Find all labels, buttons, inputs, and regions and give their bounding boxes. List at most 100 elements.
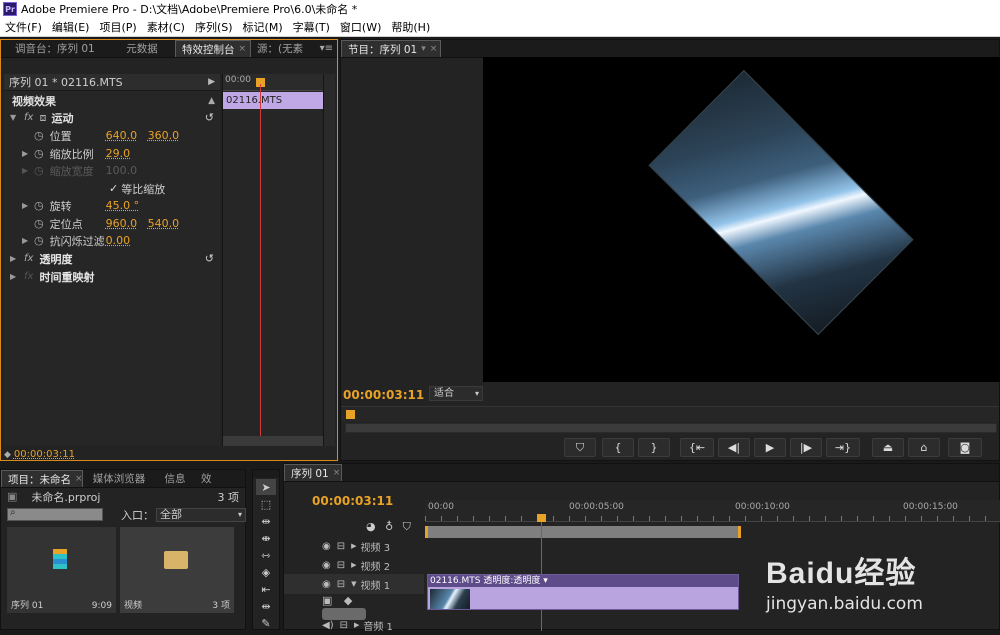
project-item-video-bin[interactable]: 视频 3 项 (120, 527, 234, 613)
rolling-edit-tool-icon[interactable]: ⇼ (256, 530, 276, 546)
panel-menu-icon[interactable]: ▾≡ (320, 43, 333, 54)
fx-icon[interactable]: fx (24, 112, 33, 123)
scale-value[interactable]: 29.0 (106, 147, 131, 160)
display-style-icon[interactable]: ▣ (322, 594, 332, 607)
anchor-y-value[interactable]: 540.0 (148, 217, 180, 230)
program-timecode[interactable]: 00:00:03:11 (343, 388, 424, 402)
lock-icon[interactable]: ⊟ (337, 579, 345, 590)
stopwatch-icon[interactable]: ◷ (34, 234, 44, 247)
expand-right-icon[interactable]: ▶ (208, 77, 215, 87)
add-marker-button[interactable]: ⛉ (564, 438, 596, 457)
menu-help[interactable]: 帮助(H) (386, 19, 435, 35)
tab-sequence[interactable]: 序列 01 × (284, 464, 342, 481)
rate-stretch-tool-icon[interactable]: ⇿ (256, 547, 276, 563)
time-remap-row[interactable]: ▶ fx 时间重映射 (4, 268, 94, 285)
tab-effects[interactable]: 效 (195, 470, 231, 487)
tab-source[interactable]: 源：(无素 (251, 40, 309, 57)
razor-tool-icon[interactable]: ◈ (256, 564, 276, 580)
timeline-playhead-icon[interactable] (537, 514, 546, 522)
go-to-out-button[interactable]: ⇥} (826, 438, 860, 457)
rotation-value[interactable]: 45.0 ° (106, 199, 140, 212)
ripple-edit-tool-icon[interactable]: ⇹ (256, 513, 276, 529)
pen-tool-icon[interactable]: ✎ (256, 615, 276, 631)
menu-edit[interactable]: 编辑(E) (47, 19, 95, 35)
expanded-triangle-icon[interactable]: ▼ (10, 113, 20, 122)
collapsed-triangle-icon[interactable]: ▶ (351, 542, 356, 550)
collapsed-triangle-icon[interactable]: ▶ (22, 201, 32, 210)
slide-tool-icon[interactable]: ⇹ (256, 598, 276, 614)
effect-clip-bar[interactable]: 02116.MTS (223, 92, 323, 109)
close-icon[interactable]: × (239, 44, 247, 54)
export-frame-button[interactable]: ◙ (948, 438, 982, 457)
collapsed-triangle-icon[interactable]: ▶ (10, 272, 20, 281)
stopwatch-icon[interactable]: ◷ (34, 199, 44, 212)
keyframe-icon[interactable]: ◆ (344, 594, 352, 607)
collapse-up-icon[interactable]: ▲ (208, 96, 215, 106)
in-filter-dropdown[interactable]: 全部 ▾ (156, 507, 246, 522)
menu-marker[interactable]: 标记(M) (238, 19, 288, 35)
position-x-value[interactable]: 640.0 (106, 129, 148, 142)
mark-out-button[interactable]: } (638, 438, 670, 457)
project-item-sequence[interactable]: 序列 01 9:09 (7, 527, 116, 613)
collapsed-triangle-icon[interactable]: ▶ (354, 621, 359, 629)
tab-audio-mixer[interactable]: 调音台：序列 01 (1, 40, 109, 57)
menu-file[interactable]: 文件(F) (0, 19, 47, 35)
eye-icon[interactable]: ◉ (322, 541, 331, 552)
collapsed-triangle-icon[interactable]: ▶ (351, 561, 356, 569)
expanded-triangle-icon[interactable]: ▼ (351, 580, 356, 588)
uniform-scale-checkbox[interactable]: ✓ (109, 182, 118, 195)
step-back-button[interactable]: ◀| (718, 438, 750, 457)
speaker-icon[interactable]: ◀) (322, 620, 334, 631)
work-area-bar[interactable] (425, 526, 741, 538)
opacity-effect-row[interactable]: ▶ fx 透明度 ↺ (4, 250, 220, 267)
timeline-timecode[interactable]: 00:00:03:11 (312, 494, 393, 508)
extract-button[interactable]: ⌂ (908, 438, 940, 457)
menu-project[interactable]: 项目(P) (94, 19, 141, 35)
program-scrollbar[interactable] (345, 423, 997, 433)
tab-project[interactable]: 项目：未命名 × (1, 470, 83, 487)
timeline-ruler[interactable]: 00:00 00:00:05:00 00:00:10:00 00:00:15:0… (425, 500, 1000, 522)
tab-media-browser[interactable]: 媒体浏览器 (83, 470, 155, 487)
effect-scrollbar[interactable] (223, 436, 323, 446)
eye-icon[interactable]: ◉ (322, 560, 331, 571)
program-video-display[interactable] (483, 57, 1000, 382)
go-to-in-button[interactable]: {⇤ (680, 438, 714, 457)
add-marker-icon[interactable]: ♁ (385, 520, 393, 533)
fx-icon[interactable]: fx (24, 253, 33, 264)
menu-clip[interactable]: 素材(C) (142, 19, 190, 35)
stopwatch-icon[interactable]: ◷ (34, 217, 44, 230)
lift-button[interactable]: ⏏ (872, 438, 904, 457)
menu-title[interactable]: 字幕(T) (288, 19, 335, 35)
effect-timecode[interactable]: 00:00:03:11 (14, 449, 75, 460)
reset-icon[interactable]: ↺ (205, 111, 214, 124)
anchor-x-value[interactable]: 960.0 (106, 217, 148, 230)
motion-effect-row[interactable]: ▼ fx ⧈ 运动 ↺ (4, 109, 220, 126)
slip-tool-icon[interactable]: ⇤ (256, 581, 276, 597)
program-playhead-icon[interactable] (346, 410, 355, 419)
close-icon[interactable]: × (75, 474, 82, 484)
menu-sequence[interactable]: 序列(S) (190, 19, 238, 35)
collapsed-triangle-icon[interactable]: ▶ (22, 236, 32, 245)
step-forward-button[interactable]: |▶ (790, 438, 822, 457)
reset-icon[interactable]: ↺ (205, 252, 214, 265)
play-button[interactable]: ▶ (754, 438, 786, 457)
program-ruler[interactable] (341, 406, 999, 422)
stopwatch-icon[interactable]: ◷ (34, 147, 44, 160)
flicker-value[interactable]: 0.00 (106, 234, 131, 247)
close-icon[interactable]: × (430, 44, 438, 54)
tab-metadata[interactable]: 元数据 (109, 40, 175, 57)
lock-icon[interactable]: ⊟ (340, 620, 348, 631)
project-search-input[interactable]: ⌕ (7, 507, 103, 521)
track-select-tool-icon[interactable]: ⬚ (256, 496, 276, 512)
snap-icon[interactable]: ◕ (366, 520, 376, 533)
selection-tool-icon[interactable]: ➤ (256, 479, 276, 495)
tab-info[interactable]: 信息 (155, 470, 195, 487)
eye-icon[interactable]: ◉ (322, 579, 331, 590)
timeline-clip[interactable]: 02116.MTS 透明度:透明度 ▾ (427, 574, 739, 610)
menu-window[interactable]: 窗口(W) (335, 19, 386, 35)
collapsed-triangle-icon[interactable]: ▶ (10, 254, 20, 263)
lock-icon[interactable]: ⊟ (337, 541, 345, 552)
tab-effect-controls[interactable]: 特效控制台 × (175, 40, 251, 57)
lock-icon[interactable]: ⊟ (337, 560, 345, 571)
fit-dropdown[interactable]: 适合 ▾ (429, 386, 483, 401)
